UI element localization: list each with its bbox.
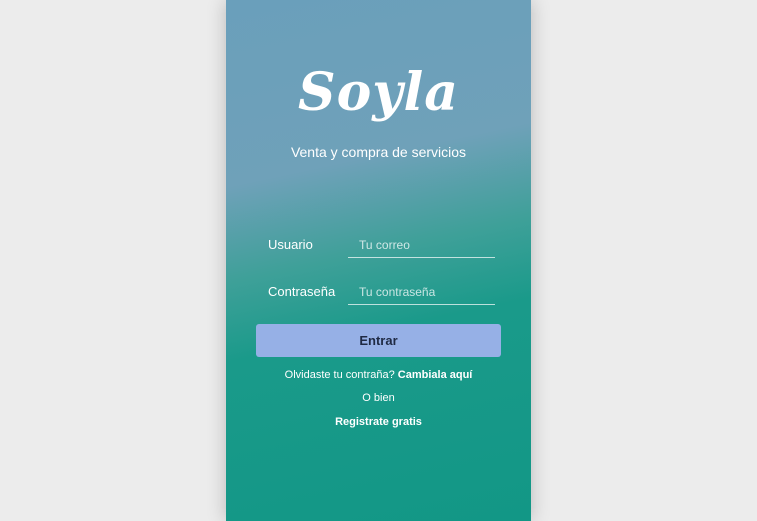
password-label: Contraseña: [268, 284, 336, 299]
register-link[interactable]: Registrate gratis: [226, 415, 531, 429]
app-tagline: Venta y compra de servicios: [290, 144, 467, 160]
password-input[interactable]: [348, 279, 495, 305]
app-logo: Soyla: [298, 62, 459, 123]
forgot-password-prompt: Olvidaste tu contraña?: [284, 369, 395, 381]
username-input[interactable]: [348, 232, 495, 258]
login-screen: Soyla Venta y compra de servicios Usuari…: [226, 0, 531, 521]
login-button[interactable]: Entrar: [256, 324, 501, 357]
or-separator: O bien: [362, 392, 395, 404]
reset-password-link[interactable]: Cambiala aquí: [398, 369, 473, 381]
username-label: Usuario: [268, 237, 313, 252]
forgot-password-text: Olvidaste tu contraña? Cambiala aquí: [226, 368, 531, 382]
